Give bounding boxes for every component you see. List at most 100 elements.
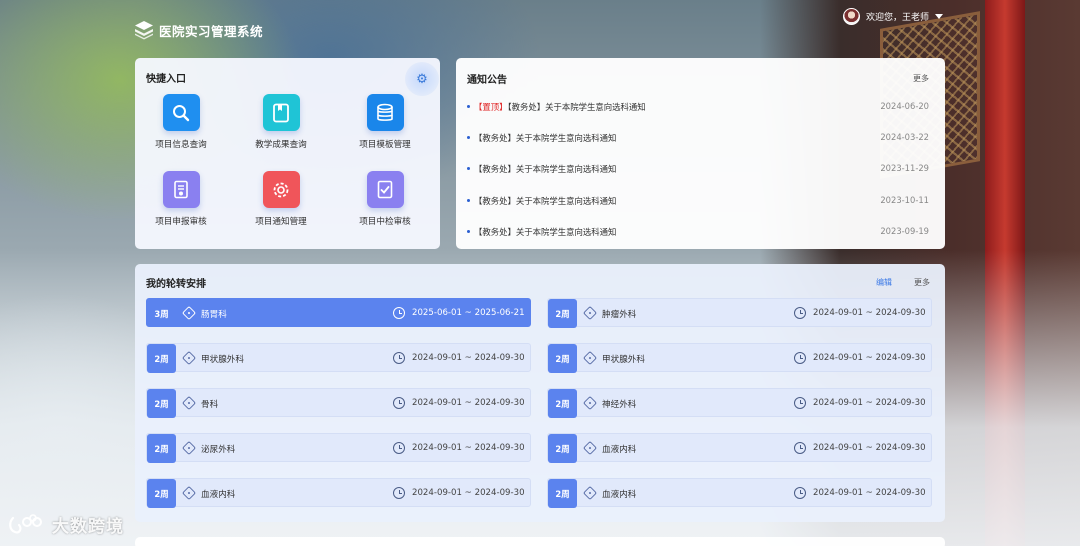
search-icon	[162, 94, 200, 131]
rotation-edit-link[interactable]: 编辑	[876, 277, 892, 288]
clock-icon	[794, 307, 806, 319]
rotation-item[interactable]: 2周 骨科 2024-09-01 ~ 2024-09-30	[146, 388, 531, 418]
notice-item[interactable]: 【教务处】关于本院学生意向选科通知 2023-10-11	[467, 194, 929, 208]
rotation-date-range: 2024-09-01 ~ 2024-09-30	[412, 443, 525, 453]
rotation-date-range: 2024-09-01 ~ 2024-09-30	[412, 353, 525, 363]
user-menu[interactable]: 欢迎您，王老师	[843, 8, 944, 25]
rotation-item[interactable]: 2周 肿瘤外科 2024-09-01 ~ 2024-09-30	[547, 298, 932, 328]
clock-icon	[393, 442, 405, 454]
rotation-item[interactable]: 2周 血液内科 2024-09-01 ~ 2024-09-30	[146, 478, 531, 508]
book-icon	[262, 94, 300, 131]
quick-item-template-management[interactable]: 项目模板管理	[340, 94, 430, 150]
avatar[interactable]	[843, 8, 860, 25]
notice-item-title: 【教务处】关于本院学生意向选科通知	[507, 102, 646, 112]
rotation-department: 甲状腺外科	[201, 355, 244, 365]
clock-icon	[393, 487, 405, 499]
notice-item-date: 2024-03-22	[880, 132, 929, 142]
quick-item-teaching-results[interactable]: 教学成果查询	[236, 94, 326, 150]
rotation-item[interactable]: 2周 血液内科 2024-09-01 ~ 2024-09-30	[547, 478, 932, 508]
rotation-more-link[interactable]: 更多	[914, 277, 930, 288]
rotation-weeks-badge: 2周	[548, 344, 577, 373]
rotation-weeks-badge: 2周	[548, 389, 577, 418]
rotation-item[interactable]: 2周 血液内科 2024-09-01 ~ 2024-09-30	[547, 433, 932, 463]
rotation-department: 血液内科	[602, 490, 637, 500]
department-icon	[582, 485, 598, 501]
quick-entry-card: 快捷入口 ⚙ 项目信息查询 教学成果查询 项目模板管理 项目申报审核 项目通知管…	[135, 58, 440, 249]
rotation-date-range: 2024-09-01 ~ 2024-09-30	[813, 398, 926, 408]
rotation-item[interactable]: 2周 神经外科 2024-09-01 ~ 2024-09-30	[547, 388, 932, 418]
rotation-item[interactable]: 3周 肠胃科 2025-06-01 ~ 2025-06-21	[146, 298, 531, 327]
rotation-department: 血液内科	[602, 445, 637, 455]
quick-entry-title: 快捷入口	[146, 74, 186, 85]
department-icon	[181, 440, 197, 456]
notice-item-date: 2023-09-19	[880, 226, 929, 236]
rotation-weeks-badge: 2周	[548, 299, 577, 328]
notice-item[interactable]: 【教务处】关于本院学生意向选科通知 2023-11-29	[467, 162, 929, 176]
gear-notice-icon	[262, 171, 300, 208]
rotation-department: 肠胃科	[201, 310, 227, 320]
rotation-item[interactable]: 2周 甲状腺外科 2024-09-01 ~ 2024-09-30	[146, 343, 531, 373]
top-header: 医院实习管理系统 欢迎您，王老师	[0, 0, 1080, 58]
department-icon	[582, 305, 598, 321]
notice-item-title: 【教务处】关于本院学生意向选科通知	[474, 133, 617, 143]
stack-logo-icon	[135, 21, 153, 40]
notice-item-title: 【教务处】关于本院学生意向选科通知	[474, 196, 617, 206]
notice-item-title: 【教务处】关于本院学生意向选科通知	[474, 164, 617, 174]
rotation-department: 甲状腺外科	[602, 355, 645, 365]
rotation-item[interactable]: 2周 甲状腺外科 2024-09-01 ~ 2024-09-30	[547, 343, 932, 373]
rotation-weeks-badge: 2周	[548, 434, 577, 463]
quick-item-label: 项目中检审核	[359, 217, 411, 227]
notice-item-date: 2023-10-11	[880, 195, 929, 205]
watermark-logo-icon	[9, 513, 42, 533]
quick-entry-settings-button[interactable]: ⚙	[405, 62, 439, 96]
rotation-title: 我的轮转安排	[146, 279, 206, 290]
rotation-date-range: 2024-09-01 ~ 2024-09-30	[813, 308, 926, 318]
quick-item-label: 项目申报审核	[155, 217, 207, 227]
bullet-icon	[467, 136, 470, 139]
notice-item-date: 2024-06-20	[880, 101, 929, 111]
quick-item-application-review[interactable]: 项目申报审核	[136, 171, 226, 227]
rotation-weeks-badge: 2周	[147, 389, 176, 418]
quick-item-project-info[interactable]: 项目信息查询	[136, 94, 226, 150]
next-card-edge	[135, 537, 945, 546]
department-icon	[582, 440, 598, 456]
quick-item-midterm-review[interactable]: 项目中检审核	[340, 171, 430, 227]
notice-more-link[interactable]: 更多	[913, 73, 929, 84]
rotation-weeks-badge: 2周	[548, 479, 577, 508]
report-icon	[162, 171, 200, 208]
quick-item-label: 项目信息查询	[155, 140, 207, 150]
app-logo[interactable]: 医院实习管理系统	[134, 20, 263, 40]
notice-card: 通知公告 更多 【置顶】【教务处】关于本院学生意向选科通知 2024-06-20…	[456, 58, 945, 249]
notice-item[interactable]: 【教务处】关于本院学生意向选科通知 2023-09-19	[467, 225, 929, 239]
rotation-date-range: 2024-09-01 ~ 2024-09-30	[412, 488, 525, 498]
notice-item-text: 【置顶】【教务处】关于本院学生意向选科通知	[474, 101, 646, 113]
clock-icon	[794, 487, 806, 499]
watermark: 大数跨境	[8, 512, 124, 537]
caret-down-icon[interactable]	[935, 14, 944, 19]
bullet-icon	[467, 230, 470, 233]
clock-icon	[794, 397, 806, 409]
department-icon	[181, 350, 197, 366]
rotation-department: 肿瘤外科	[602, 310, 637, 320]
notice-item-date: 2023-11-29	[880, 163, 929, 173]
quick-item-label: 项目模板管理	[359, 140, 411, 150]
bullet-icon	[467, 199, 470, 202]
notice-title: 通知公告	[467, 75, 507, 86]
app-title: 医院实习管理系统	[159, 23, 264, 39]
rotation-department: 泌尿外科	[201, 445, 236, 455]
department-icon	[181, 395, 197, 411]
rotation-date-range: 2024-09-01 ~ 2024-09-30	[813, 443, 926, 453]
notice-item[interactable]: 【置顶】【教务处】关于本院学生意向选科通知 2024-06-20	[467, 100, 929, 114]
rotation-weeks-badge: 2周	[147, 344, 176, 373]
notice-item-title: 【教务处】关于本院学生意向选科通知	[474, 227, 617, 237]
notice-item[interactable]: 【教务处】关于本院学生意向选科通知 2024-03-22	[467, 131, 929, 145]
clock-icon	[794, 352, 806, 364]
rotation-item[interactable]: 2周 泌尿外科 2024-09-01 ~ 2024-09-30	[146, 433, 531, 463]
department-icon	[181, 485, 197, 501]
department-icon	[181, 305, 197, 321]
department-icon	[582, 350, 598, 366]
quick-item-notice-management[interactable]: 项目通知管理	[236, 171, 326, 227]
rotation-date-range: 2024-09-01 ~ 2024-09-30	[412, 398, 525, 408]
check-document-icon	[366, 171, 404, 208]
database-icon	[366, 94, 404, 131]
